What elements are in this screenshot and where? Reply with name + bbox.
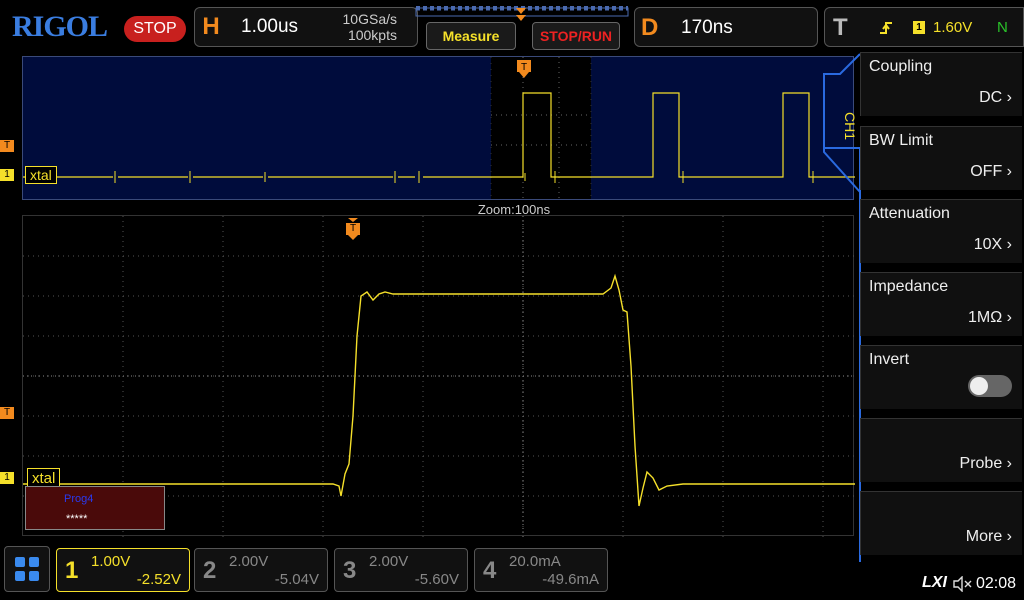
ch1-menu-tab[interactable]: CH1	[832, 96, 858, 156]
app-menu-button[interactable]	[4, 546, 50, 592]
measure-button[interactable]: Measure	[426, 22, 516, 50]
svg-text:T: T	[521, 62, 527, 73]
channel1-trace	[23, 273, 855, 507]
trigger-position-icon	[516, 15, 526, 21]
channel-2-box[interactable]: 2 2.00V -5.04V	[194, 548, 328, 592]
stop-run-button[interactable]: STOP/RUN	[532, 22, 620, 50]
main-trigger-marker-label: T	[349, 223, 357, 234]
delay-value: 170ns	[681, 17, 733, 38]
trigger-panel[interactable]: T 1 1.60V N	[824, 7, 1024, 47]
channel-4-box[interactable]: 4 20.0mA -49.6mA	[474, 548, 608, 592]
rigol-logo: RIGOL	[12, 10, 108, 43]
main-trigger-level-marker[interactable]: T	[0, 407, 14, 419]
decoder-name: Prog4	[64, 493, 94, 505]
horizontal-panel[interactable]: H 1.00us 10GSa/s 100kpts	[194, 7, 418, 47]
overview-trace	[23, 57, 855, 201]
impedance-menu-item[interactable]: Impedance 1MΩ ›	[860, 272, 1022, 336]
invert-toggle-knob	[970, 377, 988, 395]
invert-menu-item[interactable]: Invert	[860, 345, 1022, 409]
lxi-logo: LXI	[922, 574, 947, 591]
overview-channel1-marker[interactable]: 1	[0, 169, 14, 181]
overview-trigger-marker[interactable]: T	[516, 59, 532, 79]
probe-menu-item[interactable]: Probe ›	[860, 418, 1022, 482]
channel-3-box[interactable]: 3 2.00V -5.60V	[334, 548, 468, 592]
speaker-muted-icon[interactable]	[952, 576, 972, 592]
sample-rate: 10GSa/s	[342, 11, 397, 27]
channel-side-menu: CH1 Coupling DC › BW Limit OFF › Attenua…	[823, 52, 1024, 562]
grid-icon	[15, 557, 39, 581]
delay-letter: D	[641, 14, 659, 41]
zoom-waveform-window[interactable]: xtal Prog4 *****	[22, 215, 855, 537]
clock: 02:08	[976, 575, 1017, 592]
memory-depth: 100kpts	[347, 27, 397, 43]
decoder-value: *****	[66, 513, 88, 525]
overview-channel-label: xtal	[25, 166, 57, 184]
run-state-badge[interactable]: STOP	[124, 16, 186, 42]
top-bar: RIGOL STOP H 1.00us 10GSa/s 100kpts Meas…	[0, 0, 1024, 56]
trigger-level: 1.60V	[933, 19, 973, 36]
overview-trigger-level-marker[interactable]: T	[0, 140, 14, 152]
bw-limit-menu-item[interactable]: BW Limit OFF ›	[860, 126, 1022, 190]
trigger-letter: T	[833, 14, 848, 41]
delay-panel[interactable]: D 170ns	[634, 7, 818, 47]
decoder-box[interactable]: Prog4 *****	[25, 486, 165, 530]
rising-edge-icon	[880, 22, 892, 34]
overview-window[interactable]: xtal T	[22, 56, 855, 201]
trigger-source-badge: 1	[913, 21, 925, 34]
invert-toggle[interactable]	[968, 375, 1012, 397]
attenuation-menu-item[interactable]: Attenuation 10X ›	[860, 199, 1022, 263]
channel-1-box[interactable]: 1 1.00V -2.52V	[56, 548, 190, 592]
timebase-value: 1.00us	[241, 16, 299, 37]
horizontal-letter: H	[202, 13, 220, 40]
coupling-menu-item[interactable]: Coupling DC ›	[860, 52, 1022, 116]
trigger-mode: N	[997, 19, 1008, 36]
main-channel1-marker[interactable]: 1	[0, 472, 14, 484]
more-menu-item[interactable]: More ›	[860, 491, 1022, 555]
